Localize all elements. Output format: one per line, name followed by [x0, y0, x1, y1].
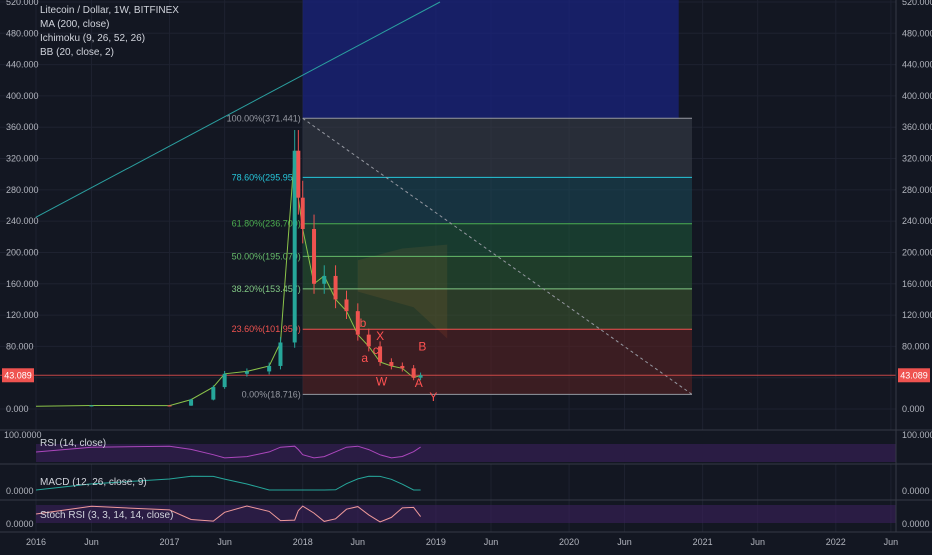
- stoch-label[interactable]: Stoch RSI (3, 3, 14, 14, close): [40, 510, 173, 521]
- x-tick-label: Jun: [750, 537, 765, 547]
- y-tick-label-right: 160.000: [902, 279, 932, 289]
- y-tick-label-right: 240.000: [902, 216, 932, 226]
- indicator-ichimoku[interactable]: Ichimoku (9, 26, 52, 26): [40, 32, 179, 46]
- fib-zone: [302, 223, 692, 257]
- x-tick-label: Jun: [884, 537, 899, 547]
- candle-body: [366, 334, 371, 347]
- stoch-axis-label-left: 0.0000: [6, 519, 34, 529]
- y-tick-label-left: 400.000: [6, 91, 39, 101]
- candle-body: [267, 365, 272, 372]
- y-tick-label-left: 280.000: [6, 185, 39, 195]
- x-tick-label: Jun: [351, 537, 366, 547]
- candle-body: [189, 399, 194, 406]
- candle-body: [89, 405, 94, 407]
- y-tick-label-left: 120.000: [6, 310, 39, 320]
- candle-body: [400, 365, 405, 369]
- candle-body: [300, 197, 305, 229]
- y-tick-label-right: 0.000: [902, 404, 925, 414]
- y-tick-label-right: 520.000: [902, 0, 932, 7]
- wave-label: Y: [429, 390, 437, 404]
- symbol-title[interactable]: Litecoin / Dollar, 1W, BITFINEX: [40, 4, 179, 18]
- x-tick-label: Jun: [217, 537, 232, 547]
- x-tick-label: 2016: [26, 537, 46, 547]
- wave-label: A: [415, 376, 423, 390]
- wave-label: B: [418, 339, 426, 353]
- candle-body: [296, 150, 301, 198]
- x-tick-label: Jun: [484, 537, 499, 547]
- y-tick-label-left: 480.000: [6, 28, 39, 38]
- wave-label: X: [376, 329, 384, 343]
- candle-body: [167, 405, 172, 407]
- rsi-axis-label-left: 100.0000: [4, 430, 42, 440]
- x-tick-label: Jun: [84, 537, 99, 547]
- macd-axis-label-left: 0.0000: [6, 486, 34, 496]
- candle-body: [312, 228, 317, 284]
- x-tick-label: 2021: [693, 537, 713, 547]
- x-tick-label: 2022: [826, 537, 846, 547]
- fib-zone: [302, 256, 692, 289]
- fib-level-label: 0.00%(18.716): [242, 389, 301, 399]
- y-tick-label-left: 0.000: [6, 404, 29, 414]
- y-tick-label-left: 440.000: [6, 60, 39, 70]
- chart-svg: 100.00%(371.441) 78.60%(295.958) 61.80%(23…: [0, 0, 932, 550]
- fib-level-label: 23.60%(101.959): [232, 324, 301, 334]
- y-tick-label-right: 120.000: [902, 310, 932, 320]
- candle-body: [292, 150, 297, 343]
- y-tick-label-right: 80.000: [902, 341, 930, 351]
- chart-legend: Litecoin / Dollar, 1W, BITFINEX MA (200,…: [40, 4, 179, 60]
- indicator-ma[interactable]: MA (200, close): [40, 18, 179, 32]
- y-tick-label-left: 520.000: [6, 0, 39, 7]
- candle-body: [278, 342, 283, 366]
- candle-body: [344, 299, 349, 312]
- y-tick-label-left: 240.000: [6, 216, 39, 226]
- candle-body: [244, 371, 249, 374]
- candle-body: [389, 362, 394, 366]
- y-tick-label-left: 160.000: [6, 279, 39, 289]
- macd-axis-label: 0.0000: [902, 486, 930, 496]
- candle-body: [222, 373, 227, 388]
- y-tick-label-right: 440.000: [902, 60, 932, 70]
- projection-box: [302, 0, 679, 118]
- y-tick-label-right: 360.000: [902, 122, 932, 132]
- y-tick-label-right: 280.000: [902, 185, 932, 195]
- fib-level-label: 78.60%(295.958): [232, 172, 301, 182]
- y-tick-label-right: 400.000: [902, 91, 932, 101]
- candle-body: [211, 387, 216, 400]
- wave-label: W: [376, 375, 388, 389]
- stoch-axis-label: 0.0000: [902, 519, 930, 529]
- candle-body: [322, 275, 327, 284]
- y-tick-label-left: 200.000: [6, 247, 39, 257]
- candle-body: [333, 275, 338, 300]
- chart-root: 100.00%(371.441) 78.60%(295.958) 61.80%(23…: [0, 0, 932, 550]
- price-tag-text-left: 43.089: [4, 370, 32, 380]
- fib-level-label: 100.00%(371.441): [227, 113, 301, 123]
- fib-zone: [302, 177, 692, 224]
- indicator-bb[interactable]: BB (20, close, 2): [40, 46, 179, 60]
- x-tick-label: 2017: [160, 537, 180, 547]
- wave-label: b: [360, 316, 367, 330]
- y-tick-label-right: 200.000: [902, 247, 932, 257]
- price-tag-text-right: 43.089: [900, 370, 928, 380]
- y-tick-label-left: 80.000: [6, 341, 34, 351]
- x-tick-label: Jun: [617, 537, 632, 547]
- rsi-axis-label: 100.0000: [902, 430, 932, 440]
- fib-zone: [302, 118, 692, 178]
- wave-label: a: [361, 351, 368, 365]
- rsi-label[interactable]: RSI (14, close): [40, 438, 106, 449]
- x-tick-label: 2019: [426, 537, 446, 547]
- x-tick-label: 2020: [559, 537, 579, 547]
- fib-level-label: 38.20%(153.457): [232, 284, 301, 294]
- x-tick-label: 2018: [293, 537, 313, 547]
- y-tick-label-left: 320.000: [6, 154, 39, 164]
- fib-level-label: 61.80%(236.700): [232, 219, 301, 229]
- y-tick-label-right: 320.000: [902, 154, 932, 164]
- wave-label: c: [373, 343, 379, 357]
- macd-label[interactable]: MACD (12, 26, close, 9): [40, 477, 147, 488]
- y-tick-label-right: 480.000: [902, 28, 932, 38]
- y-tick-label-left: 360.000: [6, 122, 39, 132]
- fib-level-label: 50.00%(195.079): [232, 251, 301, 261]
